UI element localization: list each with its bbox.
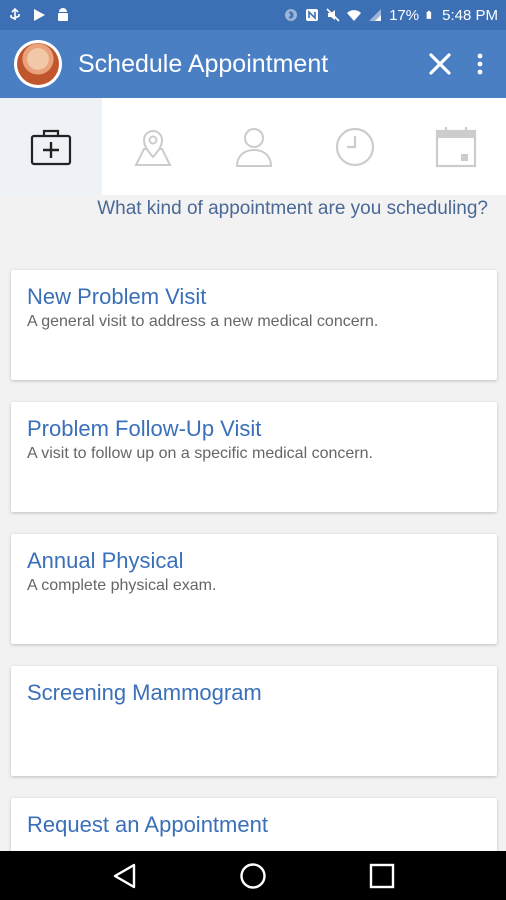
clock-icon <box>335 127 374 166</box>
play-store-icon <box>34 9 45 21</box>
option-description: A general visit to address a new medical… <box>27 313 379 330</box>
step-provider[interactable] <box>203 98 304 195</box>
battery-percent: 17% <box>389 6 420 24</box>
home-button[interactable] <box>231 856 275 896</box>
option-screening-mammogram[interactable]: Screening Mammogram <box>11 666 497 776</box>
avatar[interactable] <box>14 40 62 88</box>
more-vert-icon <box>477 53 483 75</box>
person-icon <box>235 127 272 167</box>
page-title: Schedule Appointment <box>78 49 329 78</box>
step-time[interactable] <box>304 98 405 195</box>
system-nav-bar <box>0 851 506 900</box>
nfc-icon <box>306 9 319 21</box>
recents-button[interactable] <box>360 856 404 896</box>
step-tabs <box>0 98 506 195</box>
option-annual-physical[interactable]: Annual Physical A complete physical exam… <box>11 534 497 644</box>
option-title: Request an Appointment <box>27 812 268 837</box>
map-pin-icon <box>133 129 172 166</box>
close-icon <box>429 53 451 75</box>
option-problem-follow-up-visit[interactable]: Problem Follow-Up Visit A visit to follo… <box>11 402 497 512</box>
question-prompt: What kind of appointment are you schedul… <box>97 198 488 219</box>
back-button[interactable] <box>102 856 146 896</box>
mute-icon <box>326 8 340 22</box>
bluetooth-icon <box>285 9 298 21</box>
back-triangle-icon <box>114 863 136 888</box>
android-debug-icon <box>58 8 68 21</box>
option-title: Problem Follow-Up Visit <box>27 416 262 441</box>
recents-square-icon <box>369 863 394 888</box>
option-new-problem-visit[interactable]: New Problem Visit A general visit to add… <box>11 270 497 380</box>
wifi-icon <box>347 10 362 21</box>
option-title: Screening Mammogram <box>27 680 262 705</box>
medical-kit-icon <box>30 129 72 165</box>
step-date[interactable] <box>405 98 506 195</box>
calendar-icon <box>435 126 476 167</box>
status-bar: 17% 5:48 PM <box>0 0 506 30</box>
option-title: Annual Physical <box>27 548 184 573</box>
battery-icon <box>426 10 432 19</box>
option-description: A complete physical exam. <box>27 577 217 594</box>
option-title: New Problem Visit <box>27 284 207 309</box>
home-circle-icon <box>240 862 266 889</box>
option-description: A visit to follow up on a specific medic… <box>27 445 373 462</box>
step-appointment-type[interactable] <box>0 98 102 195</box>
step-location[interactable] <box>102 98 203 195</box>
signal-icon <box>369 9 382 21</box>
clock-time: 5:48 PM <box>442 6 498 24</box>
more-options-button[interactable] <box>460 44 500 84</box>
close-button[interactable] <box>420 44 460 84</box>
app-bar: Schedule Appointment <box>0 30 506 98</box>
usb-icon <box>10 8 20 20</box>
